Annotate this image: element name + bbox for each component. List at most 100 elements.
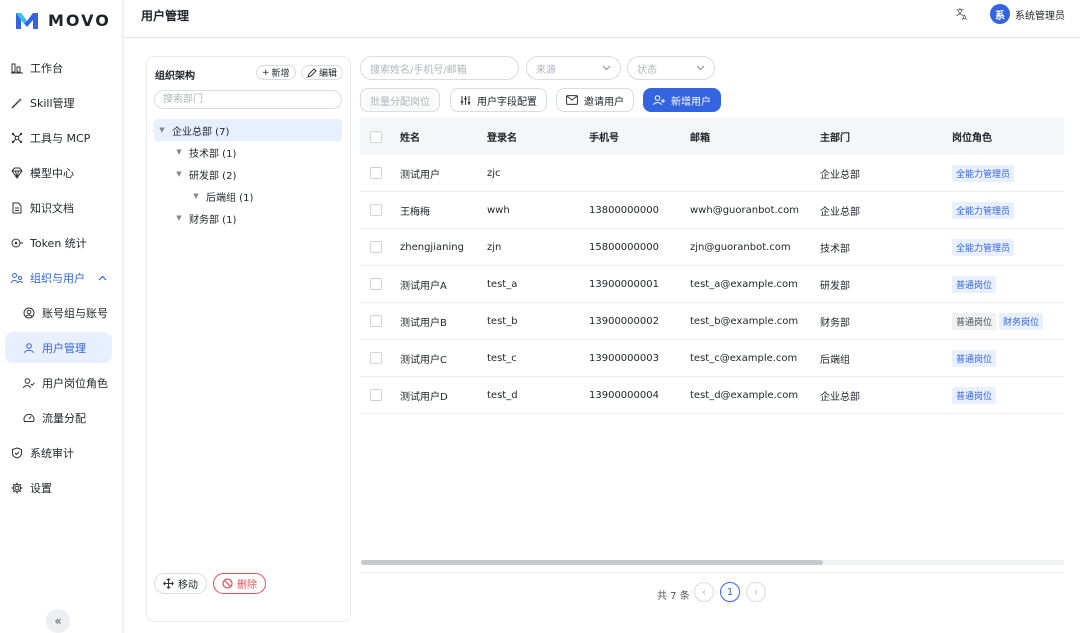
username[interactable]: 系统管理员 <box>1015 7 1065 22</box>
row-checkbox[interactable] <box>370 352 382 364</box>
dashboard-icon <box>11 63 23 73</box>
table-row[interactable]: 测试用户A test_a 13900000001 test_a@example.com… <box>360 266 1064 303</box>
dept-tree-node[interactable]: ▼ 后端组 (1) <box>154 185 342 207</box>
cell-roles: 普通岗位 财务岗位 <box>952 312 1072 330</box>
delete-button[interactable]: 删除 <box>213 573 266 594</box>
role-tag: 财务岗位 <box>999 312 1044 330</box>
account-icon <box>23 307 35 318</box>
cell-name: 测试用户C <box>400 354 447 366</box>
caret-down-icon[interactable]: ▼ <box>173 170 185 178</box>
token-icon <box>11 238 23 247</box>
cell-roles: 全能力管理员 <box>952 201 1072 219</box>
field-config-button[interactable]: 用户字段配置 <box>450 88 547 112</box>
translate-icon[interactable]: 文A <box>956 7 970 21</box>
dept-search-input[interactable] <box>154 90 342 109</box>
main-content: 组织架构 + 新增 编辑 ▼ 企业总部 (7) ▼ 技术部 (1) ▼ 研发部 (2) ▼ 后… <box>124 38 1080 633</box>
cell-login: zjn <box>487 241 502 253</box>
cell-login: test_a <box>487 278 518 290</box>
dept-tree-node[interactable]: ▼ 财务部 (1) <box>154 207 342 229</box>
dept-node-label: 财务部 (1) <box>189 214 237 226</box>
sidebar-item-1[interactable]: Skill管理 <box>0 85 123 120</box>
chevron-down-icon <box>696 65 705 71</box>
sidebar-item-9[interactable]: 用户岗位角色 <box>0 365 123 400</box>
cell-name: 测试用户D <box>400 391 448 403</box>
dept-tree-node[interactable]: ▼ 企业总部 (7) <box>154 119 342 141</box>
org-icon <box>11 272 23 283</box>
sidebar-item-4[interactable]: 知识文档 <box>0 190 123 225</box>
row-checkbox[interactable] <box>370 204 382 216</box>
row-checkbox[interactable] <box>370 278 382 290</box>
table-row[interactable]: 王梅梅 wwh 13800000000 wwh@guoranbot.com 企业总部 全能… <box>360 192 1064 229</box>
sidebar-item-5[interactable]: Token 统计 <box>0 225 123 260</box>
sidebar-item-label: 组织与用户 <box>30 271 85 285</box>
table-row[interactable]: 测试用户C test_c 13900000003 test_c@example.com… <box>360 340 1064 377</box>
caret-down-icon[interactable]: ▼ <box>173 214 185 222</box>
batch-assign-label: 批量分配岗位 <box>370 96 430 108</box>
avatar[interactable]: 系 <box>990 4 1010 24</box>
sidebar-item-6[interactable]: 组织与用户 <box>0 260 123 295</box>
sidebar-item-3[interactable]: 模型中心 <box>0 155 123 190</box>
row-checkbox[interactable] <box>370 167 382 179</box>
scrollbar-thumb[interactable] <box>361 560 823 565</box>
sidebar-item-label: 用户管理 <box>42 341 86 355</box>
dept-tree-node[interactable]: ▼ 研发部 (2) <box>154 163 342 185</box>
caret-down-icon[interactable]: ▼ <box>190 192 202 200</box>
table-row[interactable]: 测试用户D test_d 13900000004 test_d@example.com… <box>360 377 1064 414</box>
prev-page-button[interactable]: ‹ <box>694 582 714 602</box>
row-checkbox[interactable] <box>370 389 382 401</box>
page-1-button[interactable]: 1 <box>720 582 740 602</box>
cell-login: wwh <box>487 204 510 216</box>
sidebar-item-0[interactable]: 工作台 <box>0 50 123 85</box>
dept-tree-node[interactable]: ▼ 技术部 (1) <box>154 141 342 163</box>
batch-assign-button[interactable]: 批量分配岗位 <box>360 88 440 112</box>
move-button[interactable]: 移动 <box>154 573 207 594</box>
sidebar-item-7[interactable]: 账号组与账号 <box>0 295 123 330</box>
sidebar-item-label: 工具与 MCP <box>30 131 91 145</box>
cell-email: test_d@example.com <box>690 389 799 401</box>
sidebar-collapse-button[interactable]: « <box>46 609 70 633</box>
sidebar-item-12[interactable]: 设置 <box>0 470 123 505</box>
table-row[interactable]: zhengjianing zjn 15800000000 zjn@guoranbot.… <box>360 229 1064 266</box>
caret-down-icon[interactable]: ▼ <box>173 148 185 156</box>
sidebar-item-2[interactable]: 工具与 MCP <box>0 120 123 155</box>
movo-logo-icon <box>16 13 38 29</box>
cell-name: 测试用户B <box>400 317 447 329</box>
row-checkbox[interactable] <box>370 241 382 253</box>
user-search-input[interactable]: 搜索姓名/手机号/邮箱 <box>360 56 519 80</box>
add-dept-button[interactable]: + 新增 <box>256 65 296 80</box>
horizontal-scrollbar[interactable] <box>361 560 1064 565</box>
pencil-icon <box>307 67 317 78</box>
add-user-label: 新增用户 <box>671 96 711 108</box>
status-select[interactable]: 状态 <box>627 56 715 80</box>
logo[interactable]: MOVO <box>14 9 111 31</box>
cell-name: 测试用户 <box>400 169 440 181</box>
add-dept-label: 新增 <box>271 69 290 79</box>
sidebar-item-8[interactable]: 用户管理 <box>5 332 112 363</box>
add-user-button[interactable]: 新增用户 <box>643 88 721 112</box>
table-row[interactable]: 测试用户B test_b 13900000002 test_b@example.com… <box>360 303 1064 340</box>
source-select[interactable]: 来源 <box>526 56 621 80</box>
cell-roles: 普通岗位 <box>952 386 1072 404</box>
cell-dept: 企业总部 <box>820 206 860 218</box>
edit-dept-button[interactable]: 编辑 <box>301 65 344 80</box>
cell-name: 王梅梅 <box>400 206 430 218</box>
select-all-checkbox[interactable] <box>370 130 382 143</box>
sidebar-item-label: 工作台 <box>30 61 63 75</box>
cell-phone: 13900000004 <box>589 389 659 401</box>
sidebar-item-label: 流量分配 <box>42 411 86 425</box>
sidebar-item-11[interactable]: 系统审计 <box>0 435 123 470</box>
row-checkbox[interactable] <box>370 315 382 327</box>
network-icon <box>11 132 23 143</box>
email-header: 邮箱 <box>690 133 710 144</box>
caret-down-icon[interactable]: ▼ <box>156 126 168 134</box>
total-count: 共 7 条 <box>657 591 690 602</box>
user-search-placeholder: 搜索姓名/手机号/邮箱 <box>370 64 467 76</box>
cell-dept: 财务部 <box>820 317 850 329</box>
invite-user-button[interactable]: 邀请用户 <box>556 88 634 112</box>
next-page-button[interactable]: › <box>746 582 766 602</box>
table-row[interactable]: 测试用户 zjc 企业总部 全能力管理员 <box>360 155 1064 192</box>
sidebar-item-label: 账号组与账号 <box>42 306 108 320</box>
cell-phone: 13800000000 <box>589 204 659 216</box>
sidebar-item-10[interactable]: 流量分配 <box>0 400 123 435</box>
mail-icon <box>566 95 578 105</box>
